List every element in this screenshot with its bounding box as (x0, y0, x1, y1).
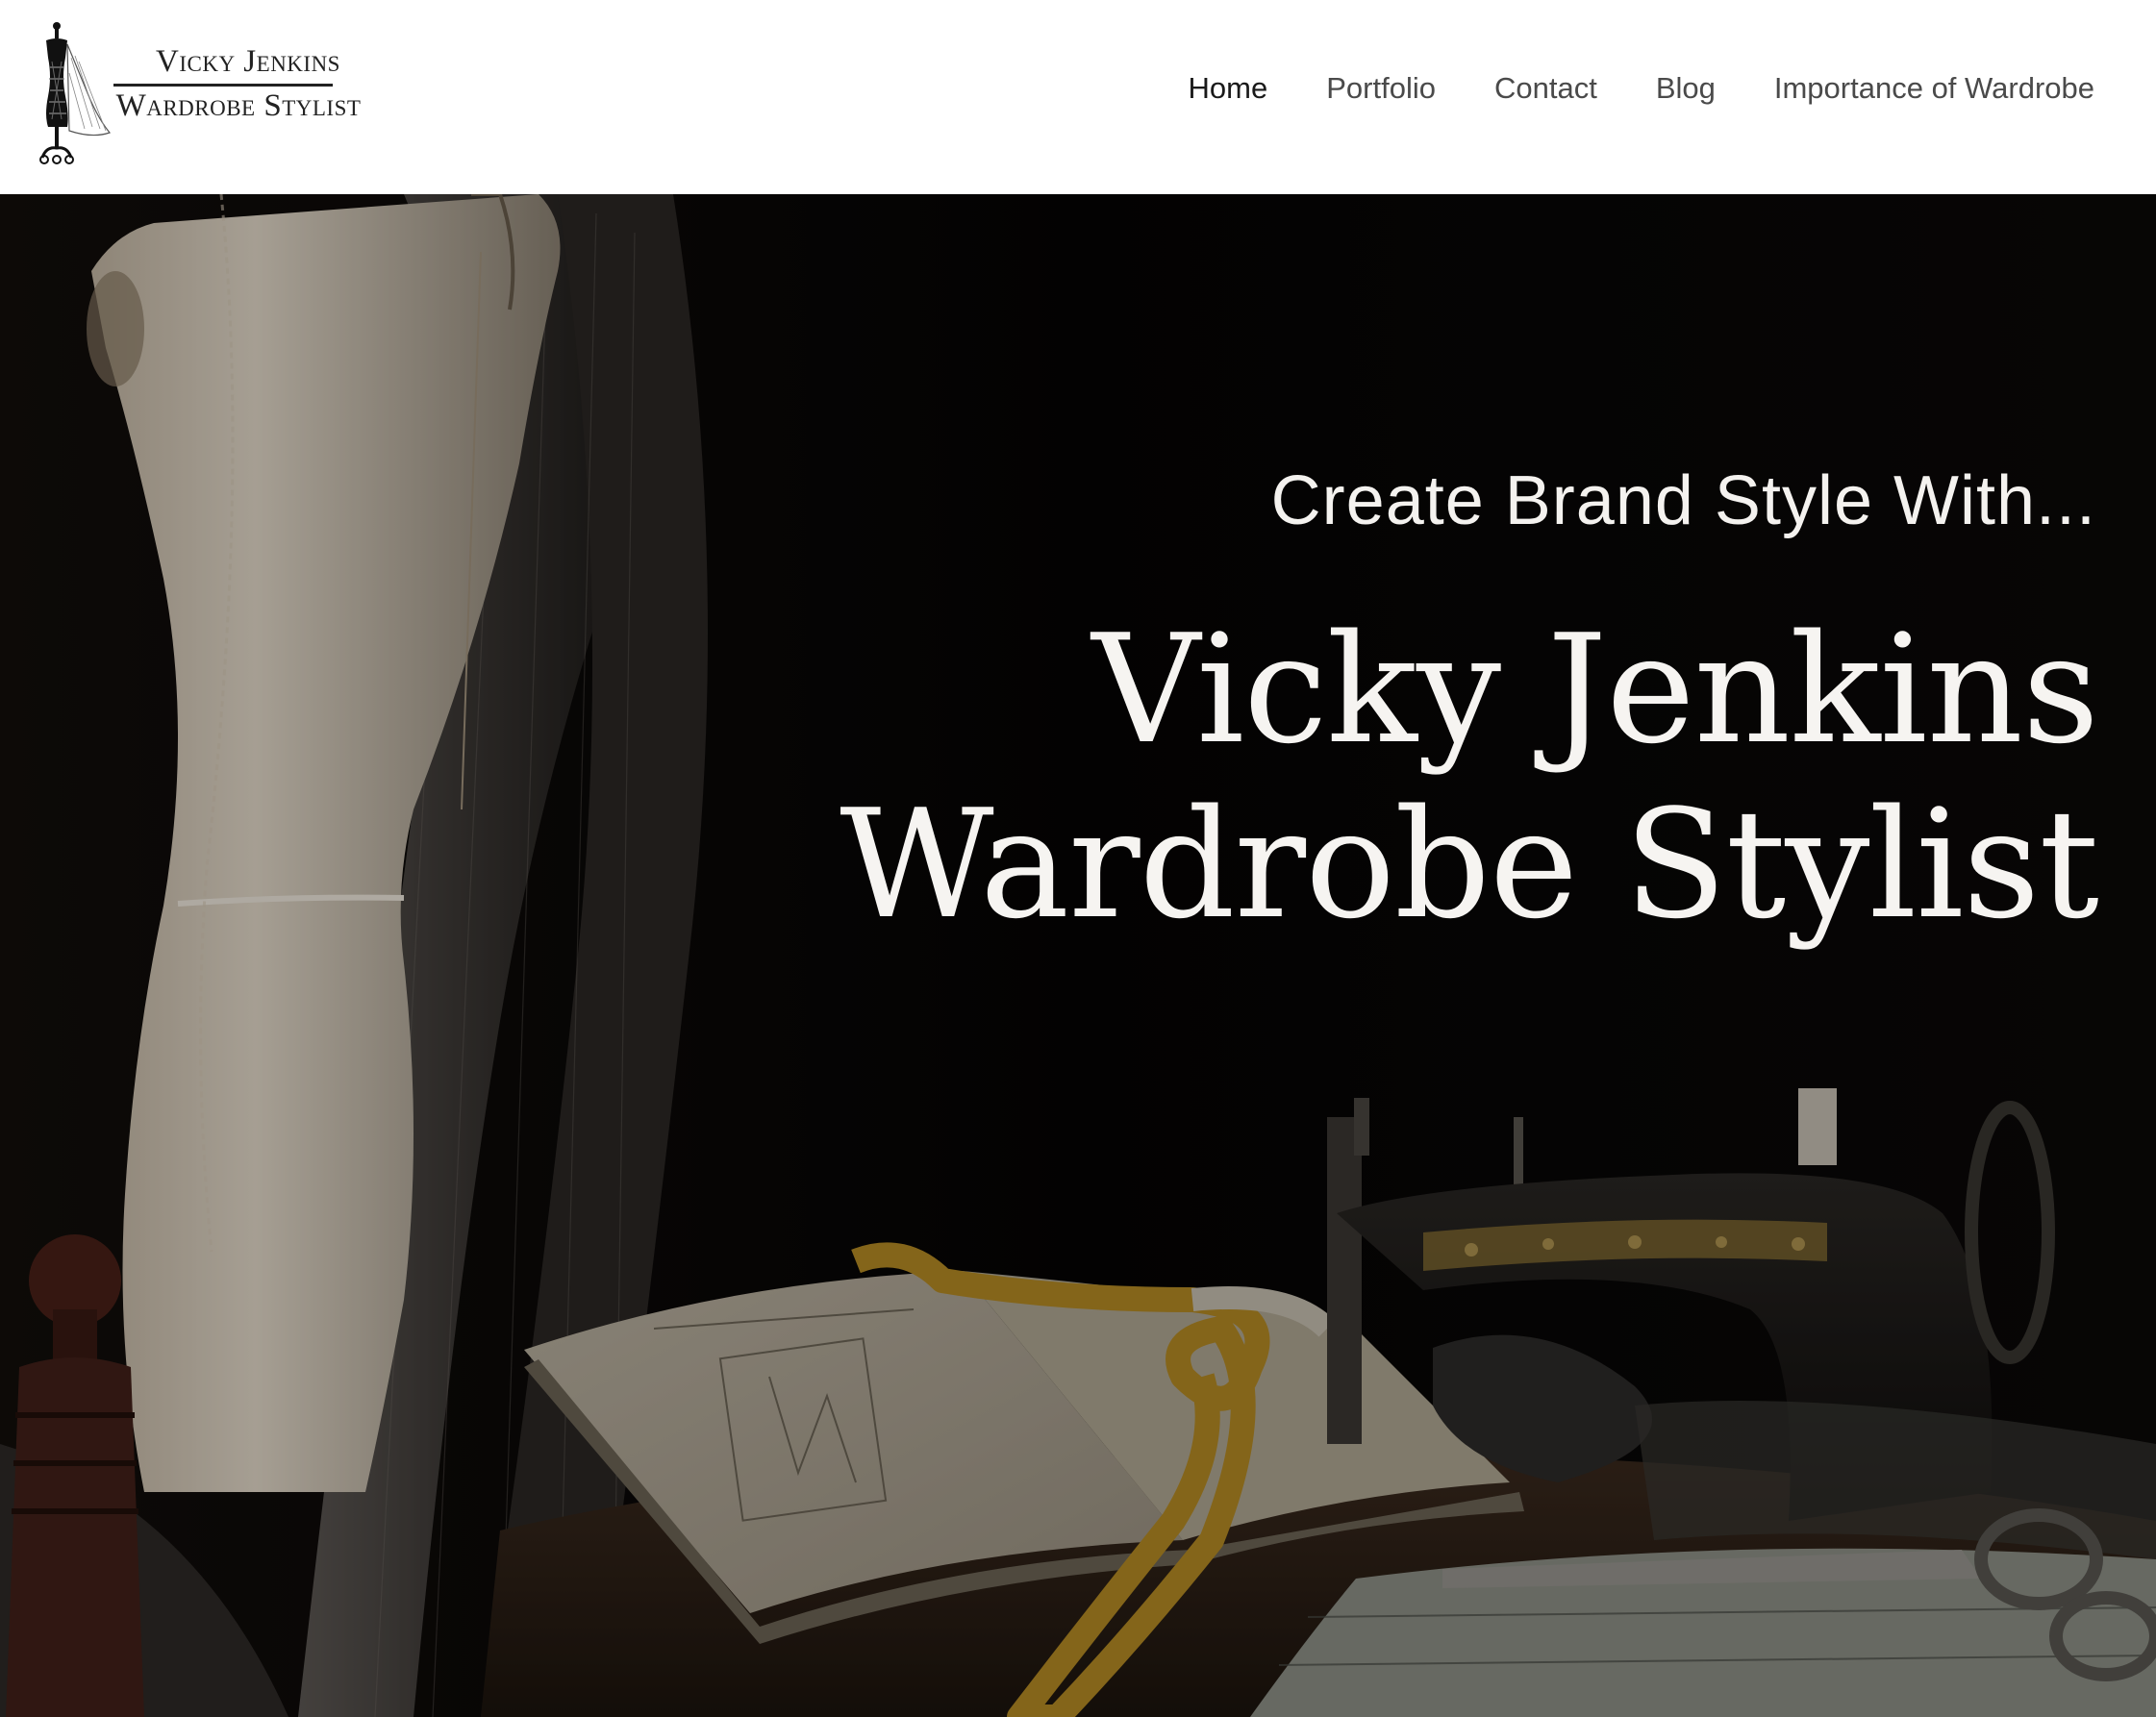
nav-importance-of-wardrobe[interactable]: Importance of Wardrobe (1774, 71, 2094, 106)
hero-title-line1: Vicky Jenkins (1091, 602, 2099, 777)
logo-divider (113, 84, 333, 87)
hero-section: Create Brand Style With... Vicky Jenkins… (0, 194, 2156, 1717)
mannequin-icon (39, 22, 112, 164)
hero-tagline: Create Brand Style With... (1270, 462, 2096, 539)
nav-contact[interactable]: Contact (1494, 71, 1597, 106)
hero-background-image (0, 194, 2156, 1717)
logo-name: Vicky Jenkins (156, 44, 340, 79)
hero-title-line2: Wardrobe Stylist (840, 777, 2099, 952)
site-logo[interactable]: Vicky Jenkins Wardrobe Stylist (37, 19, 361, 165)
nav-home[interactable]: Home (1189, 71, 1268, 106)
nav-portfolio[interactable]: Portfolio (1326, 71, 1436, 106)
site-header: Vicky Jenkins Wardrobe Stylist Home Port… (0, 0, 2156, 194)
main-nav: Home Portfolio Contact Blog Importance o… (1189, 71, 2094, 106)
page: Vicky Jenkins Wardrobe Stylist Home Port… (0, 0, 2156, 1717)
nav-blog[interactable]: Blog (1656, 71, 1716, 106)
logo-subtitle: Wardrobe Stylist (115, 88, 362, 123)
hero-title: Vicky Jenkins Wardrobe Stylist (840, 602, 2099, 952)
